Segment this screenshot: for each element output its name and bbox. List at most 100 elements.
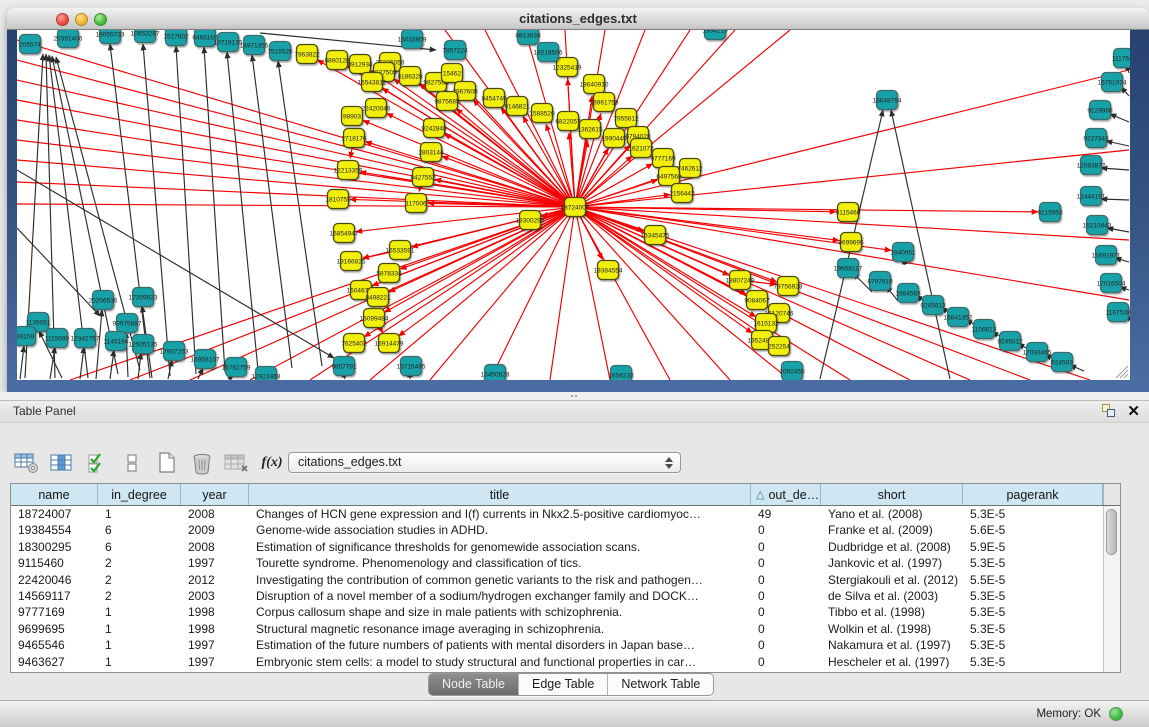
graph-node[interactable]: 39159 [17,327,36,346]
graph-node[interactable]: 16782759 [222,358,251,377]
graph-node[interactable]: 19218506 [534,43,563,62]
graph-node[interactable]: 8860128 [324,51,350,70]
graph-node[interactable]: 17093465 [1023,343,1052,362]
graph-node[interactable]: 16841352 [944,308,973,327]
graph-node[interactable]: 12093872 [1077,156,1106,175]
graph-node[interactable]: 1984563 [895,284,921,303]
graph-node[interactable]: 16958107 [191,350,220,369]
graph-node[interactable]: 2803144 [418,143,444,162]
graph-node[interactable]: 15345475 [641,226,670,245]
graph-node[interactable]: 13450628 [481,365,510,381]
graph-node[interactable]: 8186328 [397,67,423,86]
table-selector-dropdown[interactable]: citations_edges.txt [288,452,681,473]
title-bar[interactable]: citations_edges.txt [7,8,1149,30]
graph-node[interactable]: 1145194 [104,332,129,351]
graph-node[interactable]: 1117534 [1112,49,1130,68]
graph-node[interactable]: 16543812 [358,73,387,92]
graph-node[interactable]: 79756928 [774,277,803,296]
graph-node[interactable]: 9146821 [504,97,530,116]
graph-node[interactable]: 8498221 [365,288,391,307]
graph-node[interactable]: 17359923 [129,288,158,307]
row-selection-button[interactable] [119,451,145,475]
graph-node[interactable]: 1527602 [163,30,189,46]
graph-node[interactable]: 12213359 [334,161,363,180]
column-header-in_degree[interactable]: in_degree [98,484,181,505]
graph-node[interactable]: 19166825 [337,252,366,271]
graph-node[interactable]: 16033809 [398,30,427,49]
graph-node[interactable]: 20391406 [54,30,83,48]
graph-node[interactable]: 9215953 [1037,203,1063,222]
delete-rows-button[interactable] [189,451,215,475]
graph-node[interactable]: 12923468 [252,367,281,381]
graph-node[interactable]: 7462612 [677,159,703,178]
graph-node[interactable]: 924503 [1051,353,1073,372]
column-header-title[interactable]: title [249,484,751,505]
column-header-short[interactable]: short [821,484,963,505]
graph-node[interactable]: 2156442 [669,184,695,203]
graph-node[interactable]: 9699695 [838,233,864,252]
graph-node[interactable]: 2718176 [341,129,367,148]
graph-node[interactable]: 16961758 [590,93,619,112]
scrollbar-thumb[interactable] [1106,509,1117,555]
graph-node[interactable]: 7625402 [341,334,367,353]
select-rows-button[interactable] [84,451,110,475]
graph-node[interactable]: 9777169 [650,149,676,168]
graph-node[interactable]: 8912934 [347,55,373,74]
graph-node[interactable]: 1588520 [529,104,555,123]
table-row[interactable]: 946362711997Embryonic stem cells: a mode… [11,654,1120,670]
graph-node[interactable]: 16914479 [375,334,404,353]
graph-node[interactable]: 7515526 [267,42,293,61]
graph-node[interactable]: 15462 [442,64,463,83]
graph-node[interactable]: 7955812 [613,109,639,128]
graph-node[interactable]: 1810755 [325,190,351,209]
column-header-name[interactable]: name [11,484,98,505]
graph-node[interactable]: 16099484 [360,309,389,328]
graph-node[interactable]: 18724007 [561,198,590,217]
table-row[interactable]: 977716911998Corpus callosum shape and si… [11,604,1120,620]
graph-node[interactable]: 9227343 [1083,129,1109,148]
column-header-out_degree[interactable]: △out_de… [751,484,821,505]
table-row[interactable]: 1456911722003Disruption of a novel membe… [11,588,1120,604]
table-row[interactable]: 946554611997Estimation of the future num… [11,637,1120,653]
table-row[interactable]: 969969511998Structural magnetic resonanc… [11,621,1120,637]
graph-node[interactable]: 1167538 [1106,303,1130,322]
float-panel-button[interactable] [1101,404,1117,418]
graph-node[interactable]: 205574 [19,35,41,54]
table-row[interactable]: 911546021997Tourette syndrome. Phenomeno… [11,555,1120,571]
resize-grip-icon[interactable] [1120,370,1128,378]
graph-node[interactable]: 1615132 [753,314,779,333]
graph-node[interactable]: 1640951 [890,243,916,262]
graph-node[interactable]: 8454749 [481,89,507,108]
graph-node[interactable]: 9857791 [331,357,357,376]
graph-node[interactable]: 1106613 [972,320,997,339]
panel-splitter[interactable] [0,392,1149,400]
network-graph[interactable]: 1872400779638228860128891293423226058982… [17,30,1130,380]
graph-node[interactable]: 12505135 [129,335,158,354]
graph-node[interactable]: 16210643 [1083,216,1112,235]
graph-node[interactable]: 12444191 [1077,187,1106,206]
graph-node[interactable]: 12342757 [71,329,100,348]
graph-node[interactable]: 98903 [342,107,363,126]
graph-node[interactable]: 1092450 [779,362,805,381]
graph-node[interactable]: 16533591 [386,241,415,260]
resize-grip-icon[interactable] [1124,374,1128,378]
graph-node[interactable]: 17957253 [160,342,189,361]
graph-node[interactable]: 8427552 [410,168,436,187]
new-table-button[interactable] [154,451,180,475]
graph-node[interactable]: 1994219 [702,30,728,40]
graph-node[interactable]: 7857224 [442,41,468,60]
table-row[interactable]: 1830029562008Estimation of significance … [11,539,1120,555]
graph-node[interactable]: 1990445 [601,129,627,148]
column-header-year[interactable]: year [181,484,249,505]
graph-node[interactable]: 5878334 [376,264,402,283]
network-canvas[interactable]: 1872400779638228860128891293423226058982… [17,30,1130,380]
graph-node[interactable]: 14971355 [240,36,269,55]
table-row[interactable]: 1872400712008Changes of HCN gene express… [11,506,1120,522]
graph-node[interactable]: 8813034 [515,30,541,45]
graph-node[interactable]: 252254 [768,337,790,356]
graph-node[interactable]: 9115460 [836,203,861,222]
tab-node-table[interactable]: Node Table [429,674,519,695]
graph-node[interactable]: 19958117 [834,259,863,278]
show-columns-button[interactable] [49,451,75,475]
graph-node[interactable]: 1656233 [608,366,634,381]
